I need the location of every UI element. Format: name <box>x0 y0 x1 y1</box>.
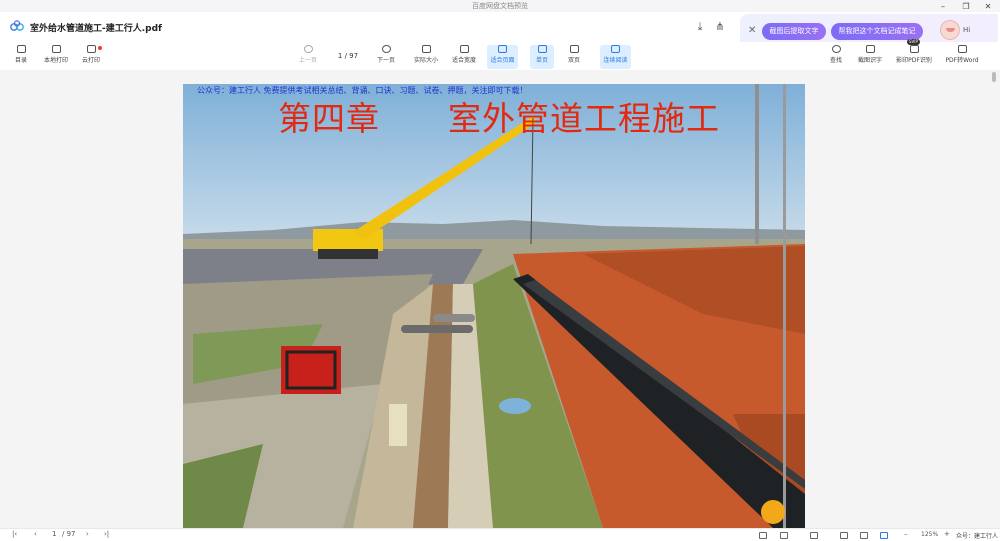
last-page-icon[interactable]: ›| <box>104 530 109 538</box>
document-name: 室外给水管道施工-建工行人.pdf <box>30 24 162 34</box>
fit-width-button[interactable]: 适合宽度 <box>450 45 478 69</box>
assistant-avatar[interactable] <box>940 20 960 40</box>
scan-pdf-icon <box>909 45 919 53</box>
continuous-read-button[interactable]: 连续阅读 <box>600 45 631 69</box>
make-notes-button[interactable]: 帮我把这个文档记成笔记 <box>831 23 923 40</box>
double-page-icon <box>569 45 579 53</box>
chevron-up-icon <box>303 45 313 53</box>
pdf-to-word-button[interactable]: PDF转Word <box>943 45 981 69</box>
page-total: / 97 <box>344 52 359 60</box>
fit-page-icon <box>498 45 507 53</box>
chevron-down-icon <box>381 45 391 53</box>
double-page-view-icon[interactable] <box>780 532 788 539</box>
notification-dot <box>98 46 102 50</box>
double-page-button[interactable]: 双页 <box>562 45 586 69</box>
scan-pdf-button[interactable]: SVIP 影印PDF识别 <box>894 39 934 69</box>
next-page-icon[interactable]: › <box>86 530 89 538</box>
zoom-out-icon[interactable]: – <box>904 530 908 538</box>
chapter-heading: 第四章 室外管道工程施工 <box>278 99 720 138</box>
document-header: 室外给水管道施工-建工行人.pdf ⤓ ⋔ ✕ 截图后提取文字 帮我把这个文档记… <box>0 12 1000 52</box>
extract-text-button[interactable]: 截图后提取文字 <box>762 23 826 40</box>
share-icon[interactable]: ⋔ <box>713 20 727 34</box>
assistant-greeting: Hi <box>963 26 971 34</box>
fit-page-button[interactable]: 适合页面 <box>487 45 518 69</box>
prev-page-icon[interactable]: ‹ <box>34 530 37 538</box>
window-title: 百度网盘文档预览 <box>472 2 528 10</box>
actual-size-button[interactable]: 实际大小 <box>412 45 440 69</box>
zoom-in-icon[interactable]: + <box>944 530 950 538</box>
actual-size-view-icon[interactable] <box>840 532 848 539</box>
search-icon <box>831 45 841 53</box>
page-number-input[interactable]: 1 <box>338 52 342 60</box>
prev-page-button[interactable]: 上一页 <box>294 45 322 69</box>
crop-ocr-button[interactable]: 截图识字 <box>855 45 885 69</box>
crop-ocr-icon <box>865 45 875 53</box>
status-page-total: / 97 <box>62 530 76 538</box>
pdf-page: 公众号：建工行人 免费提供考试相关总结、背诵、口诀、习题、试卷、押题，关注即可下… <box>183 84 805 528</box>
status-page-current[interactable]: 1 <box>52 530 56 538</box>
baidu-netdisk-logo-icon <box>10 20 24 31</box>
document-viewer[interactable]: 公众号：建工行人 免费提供考试相关总结、背诵、口诀、习题、试卷、押题，关注即可下… <box>0 70 1000 528</box>
fit-width-view-icon[interactable] <box>860 532 868 539</box>
zoom-level[interactable]: 125% <box>921 531 938 538</box>
minimize-icon[interactable]: – <box>932 0 954 12</box>
svip-badge: SVIP <box>907 39 920 45</box>
cloud-print-button[interactable]: 云打印 <box>78 45 104 69</box>
search-button[interactable]: 查找 <box>826 45 846 69</box>
toc-icon <box>16 45 26 53</box>
ai-panel-close-icon[interactable]: ✕ <box>748 25 756 36</box>
toolbar: 目录 本地打印 云打印 上一页 1 / 97 下一页 实际大小 适合宽度 适合页… <box>0 39 1000 70</box>
restore-icon[interactable]: ❐ <box>955 0 977 12</box>
cloud-print-icon <box>86 45 96 53</box>
watermark-text: 众号：建工行人 <box>955 533 998 540</box>
page-indicator: 1 / 97 <box>328 50 368 62</box>
pdf-to-word-icon <box>957 45 967 53</box>
next-page-button[interactable]: 下一页 <box>372 45 400 69</box>
status-bar: |‹ ‹ 1 / 97 › ›| – 125% + 众号：建工行人 <box>0 528 1000 541</box>
single-page-button[interactable]: 单页 <box>530 45 554 69</box>
download-icon[interactable]: ⤓ <box>693 20 707 34</box>
window-title-bar: 百度网盘文档预览 – ❐ ✕ <box>0 0 1000 12</box>
toc-button[interactable]: 目录 <box>9 45 33 69</box>
first-page-icon[interactable]: |‹ <box>12 530 17 538</box>
single-page-icon <box>537 45 547 53</box>
continuous-icon <box>611 45 620 53</box>
fit-page-view-icon[interactable] <box>880 532 888 539</box>
close-icon[interactable]: ✕ <box>977 0 999 12</box>
continuous-view-icon[interactable] <box>810 532 818 539</box>
local-print-button[interactable]: 本地打印 <box>40 45 72 69</box>
fit-width-icon <box>459 45 469 53</box>
construction-photo <box>183 84 805 528</box>
actual-size-icon <box>421 45 431 53</box>
single-page-view-icon[interactable] <box>759 532 767 539</box>
vertical-scrollbar[interactable] <box>992 72 996 82</box>
print-icon <box>51 45 61 53</box>
